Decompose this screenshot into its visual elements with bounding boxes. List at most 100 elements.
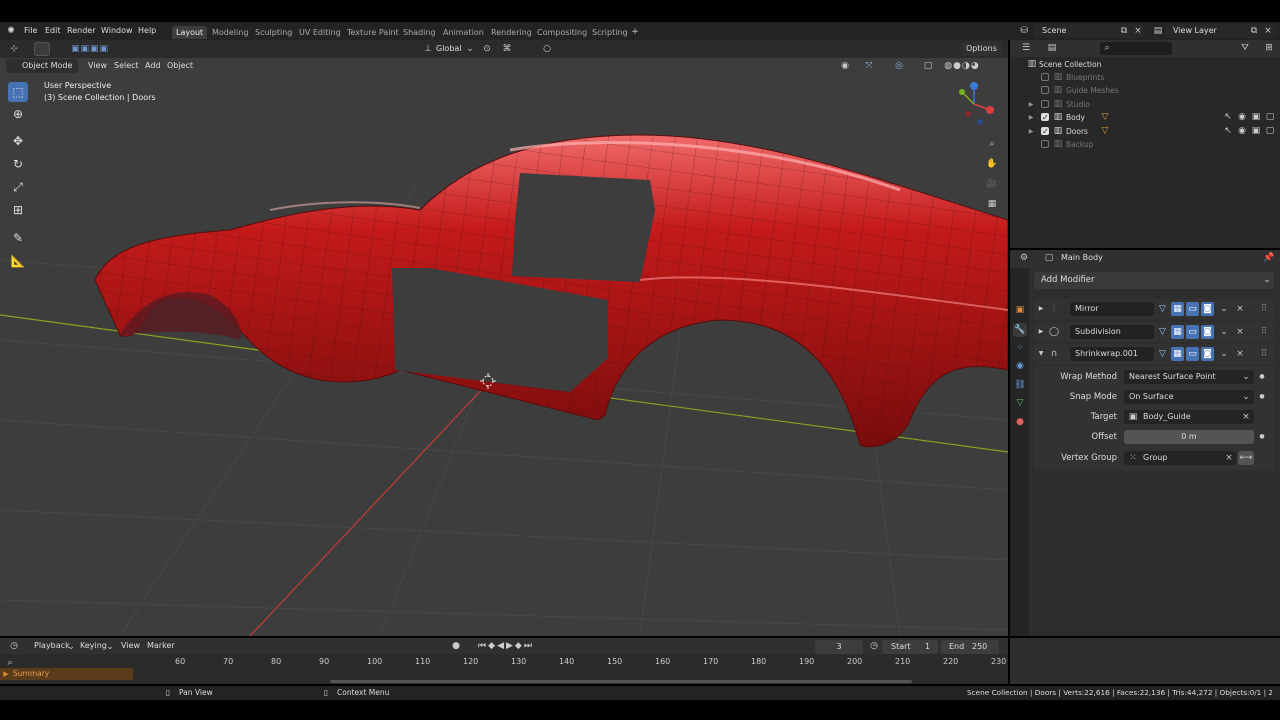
eye-icon[interactable]: ◉ — [1237, 125, 1247, 138]
camera-icon[interactable]: 🎥 — [985, 177, 999, 191]
menu-object[interactable]: Object — [167, 60, 193, 72]
realtime-icon[interactable]: ▭ — [1186, 347, 1199, 361]
display-mode-icon[interactable]: ▤ — [1042, 41, 1062, 55]
select-arrow-icon[interactable]: ↖ — [1223, 125, 1233, 138]
pan-hand-icon[interactable]: ✋ — [985, 157, 999, 171]
menu-add[interactable]: Add — [145, 60, 161, 72]
timeline-editor-icon[interactable]: ◷ — [6, 639, 22, 653]
particles-tab-icon[interactable]: ⁘ — [1013, 341, 1027, 355]
expand-arrow-icon[interactable]: ▶ — [1037, 302, 1045, 316]
close-icon[interactable]: × — [1234, 325, 1246, 339]
transform-orientation-dropdown[interactable]: Global — [436, 43, 462, 55]
measure-tool-button[interactable]: 📐 — [8, 251, 28, 271]
modifier-mirror[interactable]: ▶ ⫶ Mirror ▽ ▦ ▭ ◙ ⌄ × ⠿ — [1034, 299, 1274, 319]
close-icon[interactable]: × — [1234, 347, 1246, 361]
collapse-arrow-icon[interactable]: ▼ — [1037, 347, 1045, 361]
outliner-item-body[interactable]: ▶ ▥Body ▽ ↖ ◉ ▣ ▢ — [1011, 111, 1280, 124]
tab-modeling[interactable]: Modeling — [208, 26, 252, 39]
outliner-item-doors[interactable]: ▶ ▥Doors ▽ ↖ ◉ ▣ ▢ — [1011, 125, 1280, 138]
render-icon[interactable]: ◙ — [1201, 347, 1214, 361]
add-workspace-icon[interactable]: + — [629, 25, 641, 39]
outliner-item-guide-meshes[interactable]: ▥ Guide Meshes — [1011, 84, 1280, 97]
object-properties-tab-icon[interactable]: ▣ — [1013, 303, 1027, 317]
filter-icon[interactable]: ⛛ — [1238, 41, 1252, 55]
vertex-group-field[interactable] — [1124, 451, 1236, 465]
select-tool-button[interactable]: ⬚ — [8, 82, 28, 102]
move-tool-button[interactable]: ✥ — [8, 131, 28, 151]
navigation-gizmo[interactable] — [950, 78, 1000, 130]
exclude-checkbox[interactable] — [1041, 111, 1049, 124]
zoom-icon[interactable]: ⌕ — [985, 137, 999, 151]
wrap-method-dropdown[interactable]: Nearest Surface Point — [1124, 370, 1254, 384]
modifier-shrinkwrap-001[interactable]: ▼ ∩ Shrinkwrap.001 ▽ ▦ ▭ ◙ ⌄ × ⠿ — [1034, 344, 1274, 364]
expand-arrow-icon[interactable]: ▶ — [1027, 98, 1035, 111]
expand-arrow-icon[interactable]: ▶ — [2, 667, 10, 681]
camera-icon[interactable]: ▣ — [1251, 125, 1261, 138]
scale-tool-button[interactable]: ⤢ — [8, 177, 28, 197]
3d-viewport[interactable]: ⊹ ▣▣▣▣ ⊥ Global ⌄ ⊙ ⌘ ○ Options Object M… — [0, 40, 1008, 636]
data-tab-icon[interactable]: ▽ — [1013, 396, 1027, 410]
edit-mode-icon[interactable]: ▦ — [1171, 324, 1184, 339]
select-box-tool-button[interactable] — [34, 42, 50, 56]
animate-dot-icon[interactable]: ● — [1257, 390, 1267, 404]
car-body-mesh[interactable] — [94, 134, 1008, 448]
menu-marker[interactable]: Marker — [147, 640, 175, 652]
xray-icon[interactable]: ▢ — [922, 59, 934, 73]
selection-mode-icons[interactable]: ▣▣▣▣ — [58, 42, 122, 56]
tab-rendering[interactable]: Rendering — [487, 26, 536, 39]
outliner-editor-icon[interactable]: ☰ — [1016, 41, 1036, 55]
gizmo-icon[interactable]: ⤧ — [862, 59, 876, 73]
render-icon[interactable]: ▢ — [1265, 125, 1275, 138]
realtime-icon[interactable]: ▭ — [1186, 302, 1199, 316]
edit-cage-icon[interactable]: ▽ — [1156, 347, 1169, 361]
outliner-item-blueprints[interactable]: ▥ Blueprints — [1011, 71, 1280, 84]
modifier-subdivision[interactable]: ▶ ◯ Subdivision ▽ ▦ ▭ ◙ ⌄ × ⠿ — [1034, 321, 1274, 342]
tab-uv-editing[interactable]: UV Editing — [295, 26, 345, 39]
exclude-checkbox[interactable] — [1041, 125, 1049, 138]
tab-layout[interactable]: Layout — [172, 26, 208, 39]
menu-window[interactable]: Window — [101, 25, 133, 37]
physics-tab-icon[interactable]: ◉ — [1013, 359, 1027, 373]
expand-arrow-icon[interactable]: ▶ — [1027, 125, 1035, 138]
drag-handle-icon[interactable]: ⠿ — [1258, 347, 1270, 361]
proportional-edit-icon[interactable]: ○ — [540, 42, 554, 56]
modifier-name-input[interactable]: Shrinkwrap.001 — [1070, 347, 1154, 361]
modifier-name-input[interactable]: Mirror — [1070, 302, 1154, 316]
record-icon[interactable]: ● — [450, 639, 462, 653]
new-collection-icon[interactable]: ⊞ — [1262, 41, 1276, 55]
menu-render[interactable]: Render — [67, 25, 95, 37]
properties-editor-icon[interactable]: ⚙ — [1014, 251, 1034, 265]
render-icon[interactable]: ◙ — [1201, 324, 1214, 339]
menu-select[interactable]: Select — [114, 60, 139, 72]
expand-arrow-icon[interactable]: ▶ — [1037, 325, 1045, 339]
delete-scene-icon[interactable]: × — [1132, 24, 1144, 38]
close-icon[interactable]: × — [1234, 302, 1246, 316]
playback-controls-icons[interactable]: ⏮◆◀▶◆⏭ — [466, 639, 546, 653]
copy-view-layer-icon[interactable]: ⧉ — [1248, 24, 1260, 38]
copy-scene-icon[interactable]: ⧉ — [1118, 24, 1130, 38]
clock-icon[interactable]: ◷ — [868, 639, 880, 653]
transform-tool-button[interactable]: ⊞ — [8, 200, 28, 220]
current-frame-input[interactable]: 3 — [815, 640, 863, 654]
shading-mode-icons[interactable]: ◍●◑◕ — [938, 59, 986, 73]
tab-texture-paint[interactable]: Texture Paint — [343, 26, 403, 39]
tab-scripting[interactable]: Scripting — [588, 26, 632, 39]
camera-icon[interactable]: ▣ — [1251, 111, 1261, 124]
visibility-icon[interactable]: ◉ — [838, 59, 852, 73]
menu-timeline-view[interactable]: View — [121, 640, 140, 652]
chevron-down-icon[interactable]: ⌄ — [1218, 347, 1230, 361]
chevron-down-icon[interactable]: ⌄ — [1218, 325, 1230, 339]
expand-arrow-icon[interactable]: ▶ — [1027, 111, 1035, 124]
tab-compositing[interactable]: Compositing — [533, 26, 591, 39]
menu-playback[interactable]: Playback — [34, 640, 70, 652]
clear-vertex-group-icon[interactable]: × — [1223, 451, 1235, 465]
render-icon[interactable]: ▢ — [1265, 111, 1275, 124]
modifier-tab-icon[interactable]: 🔧 — [1013, 323, 1027, 337]
eye-icon[interactable]: ◉ — [1237, 111, 1247, 124]
material-tab-icon[interactable]: ● — [1013, 415, 1027, 429]
pin-icon[interactable]: 📌 — [1262, 251, 1276, 265]
blender-logo-icon[interactable]: ✺ — [4, 24, 18, 38]
snap-icon[interactable]: ⌘ — [500, 42, 514, 56]
exclude-checkbox[interactable] — [1041, 140, 1049, 148]
menu-edit[interactable]: Edit — [45, 25, 61, 37]
